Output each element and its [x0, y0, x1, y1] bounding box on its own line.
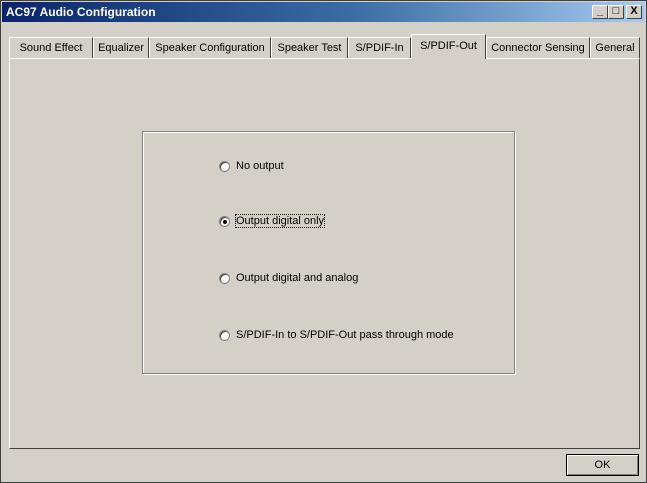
title-bar[interactable]: AC97 Audio Configuration _ □ X	[2, 2, 645, 22]
dialog-window: AC97 Audio Configuration _ □ X Sound Eff…	[0, 0, 647, 483]
radio-dot-icon	[223, 219, 227, 224]
tab-general[interactable]: General	[590, 37, 640, 58]
radio-button-icon[interactable]	[219, 272, 230, 284]
radio-output-digital-only[interactable]: Output digital only	[219, 213, 326, 229]
tab-spdif-in[interactable]: S/PDIF-In	[348, 37, 411, 58]
radio-button-selected-icon[interactable]	[219, 215, 230, 227]
tab-equalizer[interactable]: Equalizer	[93, 37, 149, 58]
radio-button-icon[interactable]	[219, 329, 230, 341]
minimize-button[interactable]: _	[592, 5, 608, 19]
radio-label: Output digital and analog	[236, 272, 359, 284]
close-button[interactable]: X	[626, 5, 642, 19]
window-title: AC97 Audio Configuration	[6, 5, 156, 19]
tab-connector-sensing[interactable]: Connector Sensing	[486, 37, 590, 58]
tab-sound-effect[interactable]: Sound Effect	[9, 37, 93, 58]
radio-label: S/PDIF-In to S/PDIF-Out pass through mod…	[236, 329, 454, 341]
radio-label: No output	[236, 160, 284, 172]
radio-no-output[interactable]: No output	[219, 158, 284, 174]
radio-button-icon[interactable]	[219, 160, 230, 172]
tab-speaker-configuration[interactable]: Speaker Configuration	[149, 37, 271, 58]
radio-label: Output digital only	[234, 214, 326, 228]
radio-output-digital-analog[interactable]: Output digital and analog	[219, 270, 358, 286]
ok-button[interactable]: OK	[566, 454, 639, 476]
tab-speaker-test[interactable]: Speaker Test	[271, 37, 348, 58]
radio-pass-through[interactable]: S/PDIF-In to S/PDIF-Out pass through mod…	[219, 327, 454, 343]
tab-spdif-out[interactable]: S/PDIF-Out	[411, 34, 486, 59]
maximize-button[interactable]: □	[608, 5, 624, 19]
